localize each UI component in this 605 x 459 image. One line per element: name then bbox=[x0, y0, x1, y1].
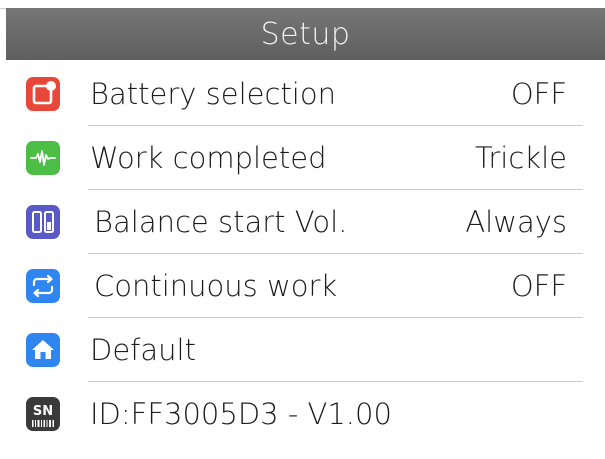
pulse-icon bbox=[26, 141, 60, 175]
page-title: Setup bbox=[260, 16, 351, 52]
menu-item-value: Trickle bbox=[474, 141, 567, 175]
device-id-label: ID:FF3005D3 - V1.00 bbox=[90, 397, 392, 431]
setup-screen: Setup Battery selection OFF Work complet… bbox=[0, 0, 605, 459]
setup-menu: Battery selection OFF Work completed Tri… bbox=[0, 62, 605, 446]
home-icon bbox=[26, 333, 60, 367]
menu-item-device-id: SN ID:FF3005D3 - V1.00 bbox=[0, 382, 605, 446]
battery-cells-icon bbox=[26, 205, 60, 239]
menu-item-value: OFF bbox=[510, 77, 567, 111]
sn-icon-text: SN bbox=[32, 403, 54, 419]
menu-item-label: Battery selection bbox=[90, 77, 336, 111]
menu-item-label: Balance start Vol. bbox=[94, 205, 348, 239]
menu-item-default[interactable]: Default bbox=[0, 318, 605, 382]
menu-item-work-completed[interactable]: Work completed Trickle bbox=[0, 126, 605, 190]
menu-item-label: Default bbox=[90, 333, 196, 367]
sn-icon: SN bbox=[26, 397, 60, 431]
menu-item-balance-start-vol[interactable]: Balance start Vol. Always bbox=[0, 190, 605, 254]
header-bar: Setup bbox=[6, 8, 605, 60]
menu-item-label: Continuous work bbox=[94, 269, 338, 303]
menu-item-label: Work completed bbox=[90, 141, 327, 175]
menu-item-continuous-work[interactable]: Continuous work OFF bbox=[0, 254, 605, 318]
menu-item-battery-selection[interactable]: Battery selection OFF bbox=[0, 62, 605, 126]
repeat-icon bbox=[26, 269, 60, 303]
menu-item-value: Always bbox=[465, 205, 567, 239]
menu-item-value: OFF bbox=[510, 269, 567, 303]
battery-select-icon bbox=[26, 77, 60, 111]
